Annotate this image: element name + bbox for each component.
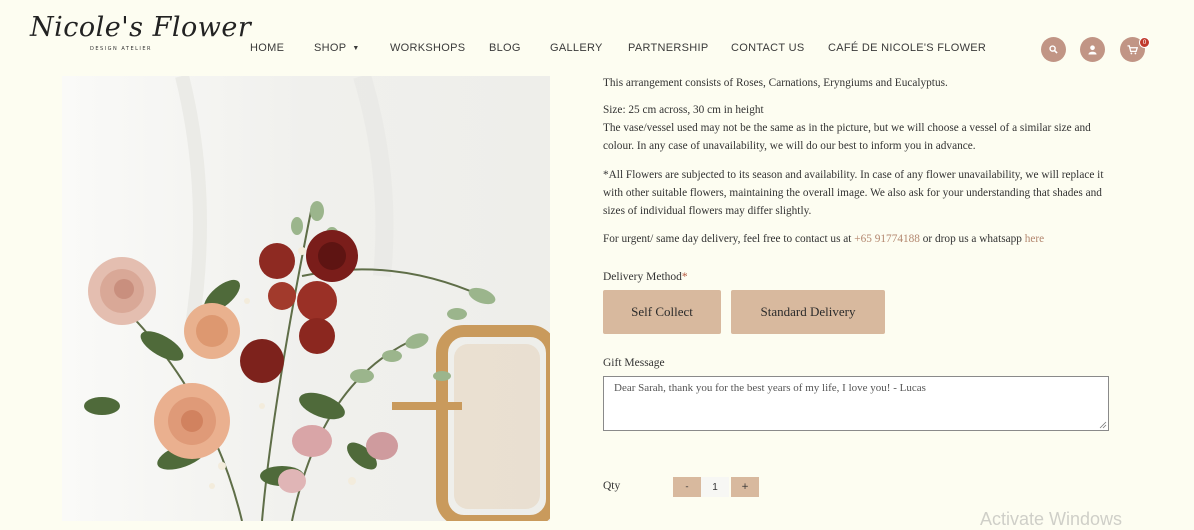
flower-bouquet-image [62,76,550,521]
description-urgent-block: For urgent/ same day delivery, feel free… [603,230,1113,248]
search-button[interactable] [1041,37,1066,62]
description-composition: This arrangement consists of Roses, Carn… [603,77,948,89]
description-note-block: *All Flowers are subjected to its season… [603,166,1113,220]
standard-delivery-button[interactable]: Standard Delivery [731,290,885,334]
nav-home[interactable]: HOME [250,42,284,54]
activate-windows-watermark: Activate Windows [980,509,1123,529]
description-size: Size: 25 cm across, 30 cm in height [603,104,764,116]
description-vessel: The vase/vessel used may not be the same… [603,122,1091,152]
gift-message-value: Dear Sarah, thank you for the best years… [614,382,926,394]
nav-workshops[interactable]: WORKSHOPS [390,42,465,54]
account-button[interactable] [1080,37,1105,62]
phone-link[interactable]: +65 91774188 [854,233,920,245]
qty-increase-button[interactable]: + [731,477,759,497]
urgent-prefix: For urgent/ same day delivery, feel free… [603,233,852,245]
resize-handle-icon[interactable] [1099,421,1107,429]
user-icon [1088,44,1097,54]
delivery-method-text: Delivery Method [603,271,682,283]
description-size-block: Size: 25 cm across, 30 cm in height The … [603,101,1113,155]
caret-down-icon: ▼ [352,45,360,52]
search-icon [1049,45,1058,54]
cart-icon [1127,44,1138,54]
whatsapp-link[interactable]: here [1025,233,1044,245]
description-note: *All Flowers are subjected to its season… [603,169,1104,217]
delivery-method-label: Delivery Method* [603,271,688,283]
nav-blog[interactable]: BLOG [489,42,521,54]
description-urgent: For urgent/ same day delivery, feel free… [603,230,1113,248]
nav-cafe[interactable]: CAFÉ DE NICOLE'S FLOWER [828,42,986,54]
nav-partnership[interactable]: PARTNERSHIP [628,42,709,54]
cart-count-badge: 0 [1139,37,1150,48]
gift-message-textarea[interactable]: Dear Sarah, thank you for the best years… [603,376,1109,431]
qty-label: Qty [603,480,621,492]
nav-shop[interactable]: SHOP ▼ [314,42,360,54]
self-collect-button[interactable]: Self Collect [603,290,721,334]
gift-message-label: Gift Message [603,357,665,369]
description-intro: This arrangement consists of Roses, Carn… [603,74,1113,92]
urgent-mid: or drop us a whatsapp [922,233,1022,245]
product-image [62,76,550,521]
logo-subtitle: DESIGN ATELIER [90,46,153,52]
nav-shop-label: SHOP [314,42,347,54]
nav-contact-us[interactable]: CONTACT US [731,42,805,54]
required-mark: * [681,271,688,283]
logo-script: Nicole's Flower [30,12,252,43]
qty-decrease-button[interactable]: - [673,477,701,497]
logo[interactable]: Nicole's Flower DESIGN ATELIER [30,12,251,56]
nav-gallery[interactable]: GALLERY [550,42,603,54]
qty-input[interactable]: 1 [701,477,729,497]
